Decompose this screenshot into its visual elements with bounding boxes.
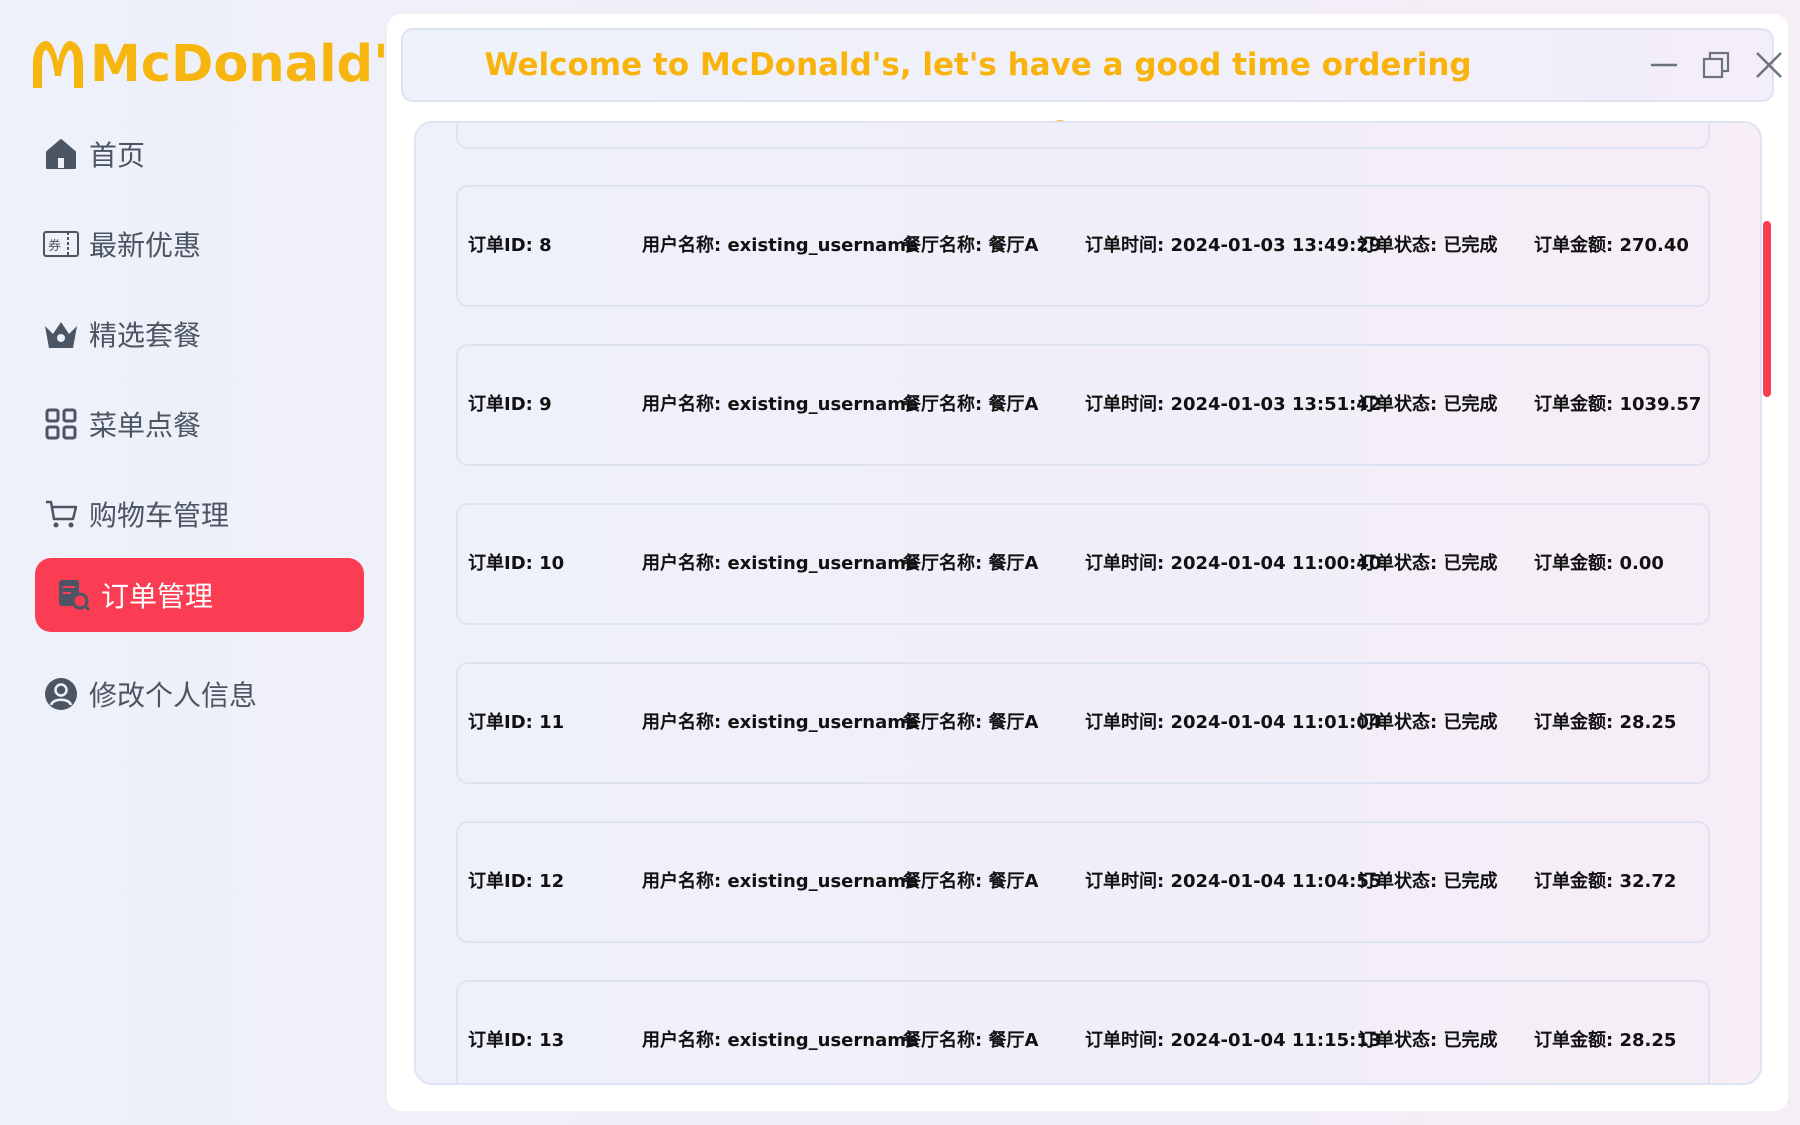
- order-time: 订单时间: 2024-01-04 11:15:13: [1085, 1030, 1382, 1051]
- order-time: 订单时间: 2024-01-04 11:00:40: [1085, 553, 1382, 574]
- crown-basket-icon: [39, 312, 83, 356]
- order-card[interactable]: 订单ID: 9 用户名称: existing_username 餐厅名称: 餐厅…: [456, 344, 1710, 466]
- sidebar-item-label: 最新优惠: [89, 229, 202, 262]
- order-amount: 订单金额: 1039.57: [1534, 394, 1702, 415]
- order-card[interactable]: 订单ID: 8 用户名称: existing_username 餐厅名称: 餐厅…: [456, 185, 1710, 307]
- sidebar-item-promotions[interactable]: 券 最新优惠: [35, 207, 365, 281]
- order-user: 用户名称: existing_username: [642, 712, 919, 733]
- sidebar-item-label: 订单管理: [101, 580, 214, 613]
- sidebar-item-label: 精选套餐: [89, 319, 202, 352]
- close-button[interactable]: [1748, 44, 1790, 86]
- order-amount: 订单金额: 28.25: [1534, 712, 1677, 733]
- order-restaurant: 餐厅名称: 餐厅A: [903, 235, 1039, 256]
- order-card[interactable]: 订单ID: 12 用户名称: existing_username 餐厅名称: 餐…: [456, 821, 1710, 943]
- order-user: 用户名称: existing_username: [642, 871, 919, 892]
- order-amount: 订单金额: 28.25: [1534, 1030, 1677, 1051]
- order-time: 订单时间: 2024-01-03 13:49:29: [1085, 235, 1382, 256]
- welcome-banner: Welcome to McDonald's, let's have a good…: [484, 47, 1472, 153]
- order-restaurant: 餐厅名称: 餐厅A: [903, 871, 1039, 892]
- order-user: 用户名称: existing_username: [642, 394, 919, 415]
- order-amount: 订单金额: 270.40: [1534, 235, 1689, 256]
- sidebar-item-orders[interactable]: 订单管理: [35, 558, 364, 632]
- main-content: Welcome to McDonald's, let's have a good…: [387, 14, 1788, 1111]
- maximize-button[interactable]: [1695, 44, 1737, 86]
- sidebar-item-menu-order[interactable]: 菜单点餐: [35, 387, 365, 461]
- order-restaurant: 餐厅名称: 餐厅A: [903, 1030, 1039, 1051]
- order-list[interactable]: 订单ID: 8 用户名称: existing_username 餐厅名称: 餐厅…: [414, 121, 1762, 1085]
- close-icon: [1756, 52, 1782, 78]
- order-status: 订单状态: 已完成: [1358, 235, 1498, 256]
- order-id: 订单ID: 9: [468, 394, 552, 415]
- order-user: 用户名称: existing_username: [642, 1030, 919, 1051]
- order-status: 订单状态: 已完成: [1358, 1030, 1498, 1051]
- home-icon: [39, 132, 83, 176]
- order-id: 订单ID: 12: [468, 871, 565, 892]
- grid-icon: [39, 402, 83, 446]
- sidebar-item-profile[interactable]: 修改个人信息: [35, 657, 365, 731]
- order-id: 订单ID: 10: [468, 553, 565, 574]
- user-icon: [39, 672, 83, 716]
- restore-icon: [1702, 51, 1730, 79]
- sidebar-item-label: 购物车管理: [89, 499, 230, 532]
- order-card-partial: [456, 123, 1710, 149]
- order-restaurant: 餐厅名称: 餐厅A: [903, 394, 1039, 415]
- order-time: 订单时间: 2024-01-04 11:04:55: [1085, 871, 1382, 892]
- sidebar-item-cart[interactable]: 购物车管理: [35, 477, 365, 551]
- order-status: 订单状态: 已完成: [1358, 871, 1498, 892]
- order-id: 订单ID: 11: [468, 712, 565, 733]
- svg-text:券: 券: [48, 238, 61, 254]
- order-status: 订单状态: 已完成: [1358, 553, 1498, 574]
- minimize-button[interactable]: [1643, 44, 1685, 86]
- mcdonalds-logo: McDonald's: [30, 36, 419, 92]
- order-restaurant: 餐厅名称: 餐厅A: [903, 712, 1039, 733]
- sidebar-item-label: 首页: [89, 139, 146, 172]
- scrollbar-thumb[interactable]: [1763, 221, 1771, 397]
- order-status: 订单状态: 已完成: [1358, 394, 1498, 415]
- order-time: 订单时间: 2024-01-04 11:01:04: [1085, 712, 1382, 733]
- order-amount: 订单金额: 32.72: [1534, 871, 1677, 892]
- brand-name: McDonald's: [90, 34, 420, 94]
- cart-icon: [39, 492, 83, 536]
- order-user: 用户名称: existing_username: [642, 235, 919, 256]
- order-status: 订单状态: 已完成: [1358, 712, 1498, 733]
- order-amount: 订单金额: 0.00: [1534, 553, 1664, 574]
- order-search-icon: [51, 573, 95, 617]
- order-restaurant: 餐厅名称: 餐厅A: [903, 553, 1039, 574]
- sidebar-item-label: 修改个人信息: [89, 679, 258, 712]
- header-bar: Welcome to McDonald's, let's have a good…: [401, 28, 1782, 153]
- order-card[interactable]: 订单ID: 13 用户名称: existing_username 餐厅名称: 餐…: [456, 980, 1710, 1083]
- order-user: 用户名称: existing_username: [642, 553, 919, 574]
- golden-arches-icon: [33, 41, 83, 88]
- coupon-icon: 券: [39, 222, 83, 266]
- order-id: 订单ID: 13: [468, 1030, 565, 1051]
- minimize-icon: [1651, 63, 1677, 67]
- order-card[interactable]: 订单ID: 10 用户名称: existing_username 餐厅名称: 餐…: [456, 503, 1710, 625]
- order-card[interactable]: 订单ID: 11 用户名称: existing_username 餐厅名称: 餐…: [456, 662, 1710, 784]
- order-time: 订单时间: 2024-01-03 13:51:42: [1085, 394, 1382, 415]
- sidebar-item-home[interactable]: 首页: [35, 117, 365, 191]
- sidebar-item-featured-meals[interactable]: 精选套餐: [35, 297, 365, 371]
- order-id: 订单ID: 8: [468, 235, 552, 256]
- sidebar: McDonald's 首页 券 最新优惠 精选套餐 菜单点餐 购物车管理 订单管…: [0, 0, 419, 1125]
- sidebar-item-label: 菜单点餐: [89, 409, 202, 442]
